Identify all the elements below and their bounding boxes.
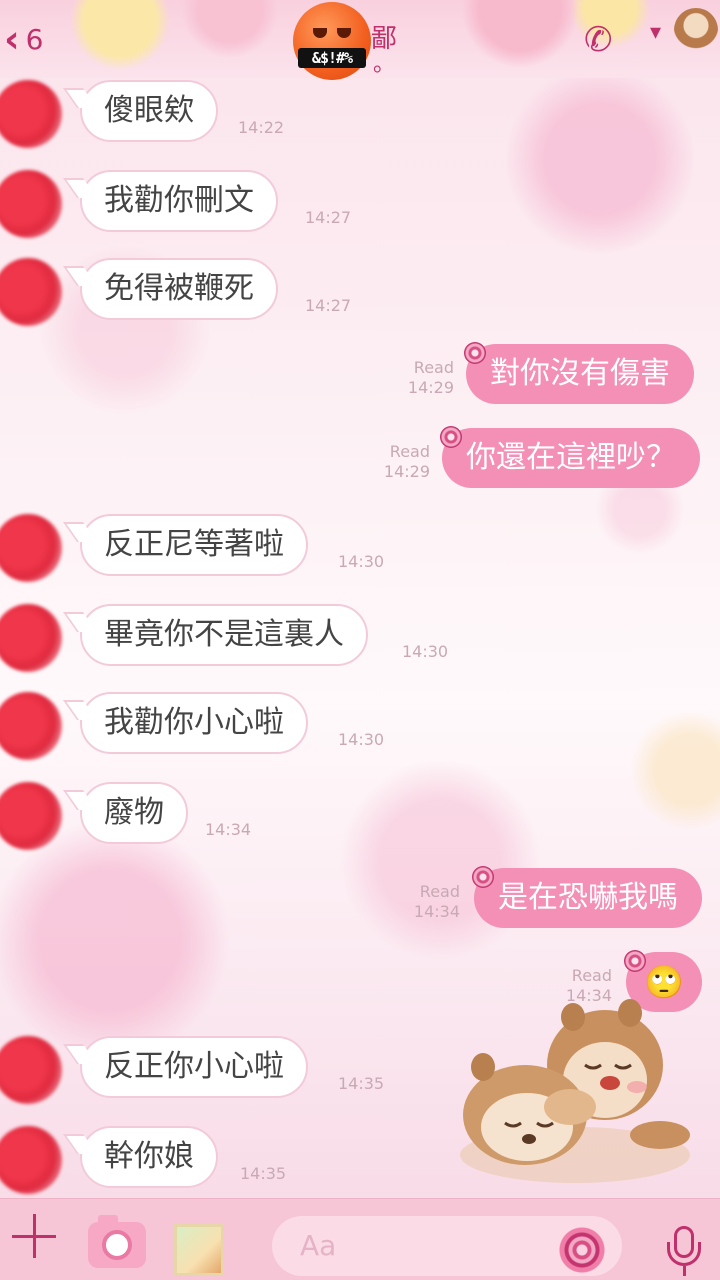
message-bubble[interactable]: 畢竟你不是這裏人 (80, 604, 368, 666)
gallery-icon[interactable] (174, 1224, 224, 1276)
message-time: 14:30 (402, 642, 449, 661)
message-row: 傻眼欸 14:22 (0, 80, 720, 148)
plus-icon[interactable] (10, 1212, 58, 1260)
avatar[interactable] (0, 514, 62, 582)
message-time: 14:35 (338, 1074, 385, 1093)
rose-icon (464, 342, 486, 364)
message-time: 14:34 (413, 902, 460, 921)
chat-header: ‹ 6 &$!#% 鄙 。 ✆ ▾ (0, 0, 720, 80)
message-time: 14:30 (338, 730, 385, 749)
message-time: 14:22 (238, 118, 285, 137)
message-bubble[interactable]: 我勸你小心啦 (80, 692, 308, 754)
read-receipt: Read (389, 442, 430, 461)
message-meta: Read 14:29 (376, 442, 430, 482)
sticker-icon[interactable] (558, 1226, 606, 1274)
read-receipt: Read (419, 882, 460, 901)
message-time: 14:27 (305, 208, 352, 227)
message-row: 我勸你小心啦 14:30 (0, 692, 720, 760)
avatar[interactable] (0, 1036, 62, 1104)
message-time: 14:35 (240, 1164, 287, 1183)
message-bubble[interactable]: 反正你小心啦 (80, 1036, 308, 1098)
avatar[interactable] (0, 782, 62, 850)
mic-icon[interactable] (664, 1226, 704, 1276)
message-time: 14:27 (305, 296, 352, 315)
rose-icon (472, 866, 494, 888)
message-bubble[interactable]: 幹你娘 (80, 1126, 218, 1188)
avatar[interactable] (0, 170, 62, 238)
message-bubble[interactable]: 傻眼欸 (80, 80, 218, 142)
message-bubble[interactable]: 我勸你刪文 (80, 170, 278, 232)
unread-count: 6 (25, 22, 44, 56)
avatar[interactable] (0, 604, 62, 672)
chat-title-suffix: 。 (373, 52, 396, 77)
message-bubble[interactable]: 是在恐嚇我嗎 (474, 868, 702, 928)
message-time: 14:30 (338, 552, 385, 571)
message-bubble[interactable]: 對你沒有傷害 (466, 344, 694, 404)
message-time: 14:29 (407, 378, 454, 397)
message-row: 反正尼等著啦 14:30 (0, 514, 720, 582)
message-bubble[interactable]: 你還在這裡吵？ (442, 428, 700, 488)
message-time: 14:29 (383, 462, 430, 481)
message-bubble[interactable]: 廢物 (80, 782, 188, 844)
angry-face-icon: &$!#% (293, 2, 371, 80)
avatar[interactable] (0, 258, 62, 326)
back-button[interactable]: ‹ 6 (4, 20, 44, 58)
message-row: 免得被鞭死 14:27 (0, 258, 720, 326)
message-bubble[interactable]: 反正尼等著啦 (80, 514, 308, 576)
message-row: 廢物 14:34 (0, 782, 720, 850)
avatar[interactable] (0, 1126, 62, 1194)
avatar[interactable] (0, 692, 62, 760)
censored-symbols: &$!#% (298, 48, 366, 68)
message-time: 14:34 (205, 820, 252, 839)
message-meta: Read 14:29 (400, 358, 454, 398)
rose-icon (624, 950, 646, 972)
phone-icon[interactable]: ✆ (584, 20, 613, 60)
rose-icon (440, 426, 462, 448)
avatar[interactable] (0, 80, 62, 148)
camera-icon[interactable] (88, 1215, 146, 1268)
message-bubble[interactable]: 免得被鞭死 (80, 258, 278, 320)
message-row: 我勸你刪文 14:27 (0, 170, 720, 238)
message-meta: Read 14:34 (406, 882, 460, 922)
read-receipt: Read (571, 966, 612, 985)
chipmunk-illustration (460, 999, 690, 1183)
dropdown-icon[interactable]: ▾ (650, 20, 661, 45)
back-chevron-icon: ‹ (4, 17, 20, 61)
chipmunk-theme-icon (674, 8, 718, 52)
message-row: 畢竟你不是這裏人 14:30 (0, 604, 720, 672)
read-receipt: Read (413, 358, 454, 377)
